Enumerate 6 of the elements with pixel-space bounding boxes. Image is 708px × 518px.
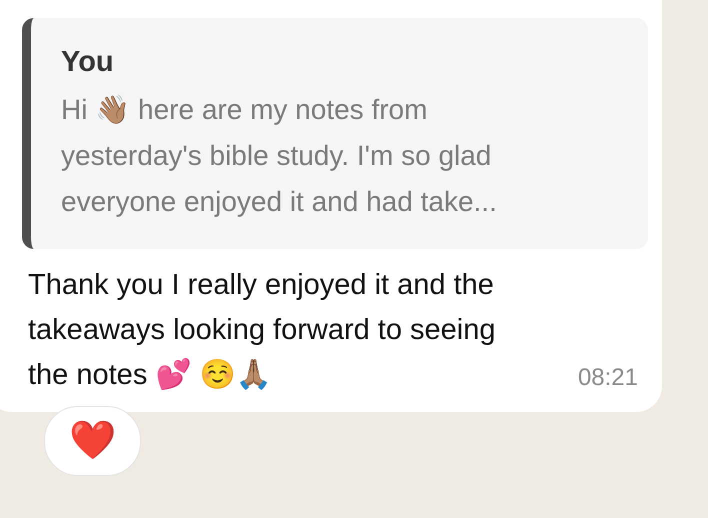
quoted-message[interactable]: You Hi 👋🏽 here are my notes from yesterday's bible study. I'm so glad everyone enjoyed it and had take... bbox=[22, 18, 648, 249]
reaction[interactable]: ❤ bbox=[44, 406, 141, 476]
message-text: Thank you I really enjoyed it and the takeaways looking forward to seeing the notes 💕 ☺🙏🏽 bbox=[28, 268, 496, 393]
quote-author: You bbox=[61, 46, 114, 79]
message-time: 08:21 bbox=[578, 364, 638, 392]
quote-text: Hi 👋🏽 here are my notes from yesterday's bible study. I'm so glad everyone enjoyed it and had take... bbox=[61, 93, 498, 219]
